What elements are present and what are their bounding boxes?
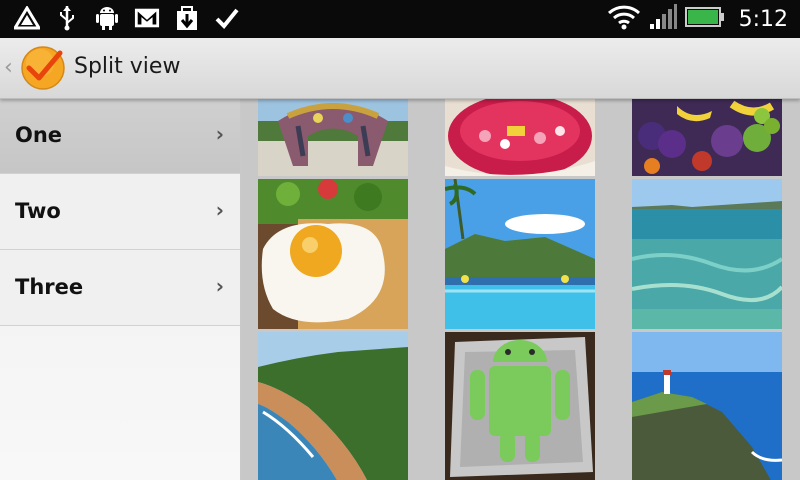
page-title: Split view xyxy=(74,54,181,79)
list-item-label: One xyxy=(15,123,63,147)
resort-pool-photo[interactable] xyxy=(445,179,595,329)
usb-icon xyxy=(54,5,80,31)
sculpture-photo[interactable] xyxy=(258,98,408,176)
chevron-right-icon: › xyxy=(215,274,224,298)
fried-egg-photo[interactable] xyxy=(258,179,408,329)
list-item-label: Two xyxy=(15,199,61,223)
signal-icon xyxy=(649,4,677,34)
list-item-two[interactable]: Two › xyxy=(0,174,240,250)
battery-icon xyxy=(684,6,725,32)
chevron-right-icon: › xyxy=(215,122,224,146)
up-caret-icon[interactable]: ‹ xyxy=(4,55,13,80)
action-bar: ‹ Split view xyxy=(0,38,800,99)
list-item-one[interactable]: One › xyxy=(0,98,240,174)
alert-triangle-icon xyxy=(14,5,40,31)
list-item-label: Three xyxy=(15,275,84,299)
gmail-icon xyxy=(134,5,160,31)
fruit-market-photo[interactable] xyxy=(632,98,782,176)
android-debug-icon xyxy=(94,5,120,31)
download-icon xyxy=(174,5,200,31)
android-cake-photo[interactable] xyxy=(445,332,595,480)
ocean-shore-photo[interactable] xyxy=(632,179,782,329)
sidebar-list: One › Two › Three › xyxy=(0,98,241,480)
photo-grid xyxy=(241,98,800,480)
clock: 5:12 xyxy=(738,6,788,32)
flowers-photo[interactable] xyxy=(445,98,595,176)
checkmark-circle-icon[interactable] xyxy=(20,45,66,91)
check-icon xyxy=(214,5,240,31)
status-bar: 5:12 xyxy=(0,0,800,38)
list-item-three[interactable]: Three › xyxy=(0,250,240,326)
lighthouse-cliff-photo[interactable] xyxy=(632,332,782,480)
chevron-right-icon: › xyxy=(215,198,224,222)
coastline-photo[interactable] xyxy=(258,332,408,480)
wifi-icon xyxy=(607,4,641,34)
